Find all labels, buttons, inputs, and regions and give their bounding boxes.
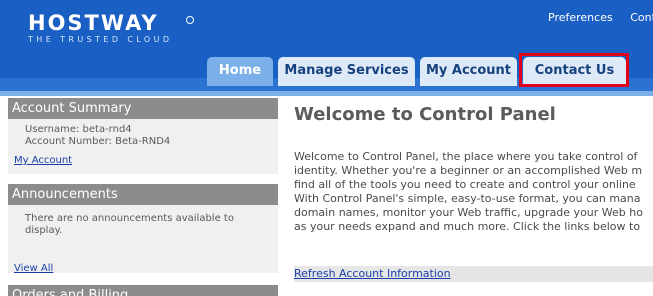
tab-manage-services[interactable]: Manage Services: [278, 57, 415, 86]
welcome-line: Welcome to Control Panel, the place wher…: [294, 150, 638, 163]
welcome-line: find all of the tools you need to create…: [294, 178, 636, 191]
username-text: Username: beta-rnd4: [25, 124, 132, 135]
account-number-text: Account Number: Beta-RND4: [25, 136, 171, 147]
refresh-account-link[interactable]: Refresh Account Information: [294, 267, 451, 280]
orders-billing-panel: Orders and Billing: [8, 285, 278, 296]
welcome-line: domain names, monitor your Web traffic, …: [294, 206, 643, 219]
hostway-logo[interactable]: HOSTWAY THE TRUSTED CLOUD: [28, 11, 194, 44]
tab-home[interactable]: Home: [207, 57, 273, 86]
tab-my-account[interactable]: My Account: [420, 57, 517, 86]
welcome-text: Welcome to Control Panel, the place wher…: [294, 150, 653, 234]
preferences-link[interactable]: Preferences: [548, 11, 613, 24]
welcome-line: as your needs expand and much more. Clic…: [294, 220, 641, 233]
logo-name: HOSTWAY: [28, 11, 159, 35]
contact-us-highlight-box: [519, 53, 629, 87]
trademark-icon: [186, 16, 194, 24]
announcements-panel: Announcements There are no announcements…: [8, 184, 278, 274]
orders-billing-heading: Orders and Billing: [8, 285, 278, 296]
welcome-line: identity. Whether you're a beginner or a…: [294, 164, 643, 177]
account-summary-heading: Account Summary: [8, 98, 278, 119]
page-title: Welcome to Control Panel: [294, 104, 556, 125]
announcements-heading: Announcements: [8, 184, 278, 205]
announcements-message: There are no announcements available to …: [25, 213, 234, 236]
logo-tagline: THE TRUSTED CLOUD: [28, 35, 173, 44]
account-summary-body: Username: beta-rnd4 Account Number: Beta…: [8, 119, 278, 148]
view-all-link[interactable]: View All: [14, 263, 53, 274]
my-account-link[interactable]: My Account: [14, 155, 72, 166]
account-summary-panel: Account Summary Username: beta-rnd4 Acco…: [8, 98, 278, 174]
contact-link[interactable]: Cont: [630, 11, 653, 24]
welcome-line: With Control Panel's simple, easy-to-use…: [294, 192, 641, 205]
top-links: Preferences Cont: [548, 11, 653, 24]
tab-underline-bar: [0, 91, 653, 96]
